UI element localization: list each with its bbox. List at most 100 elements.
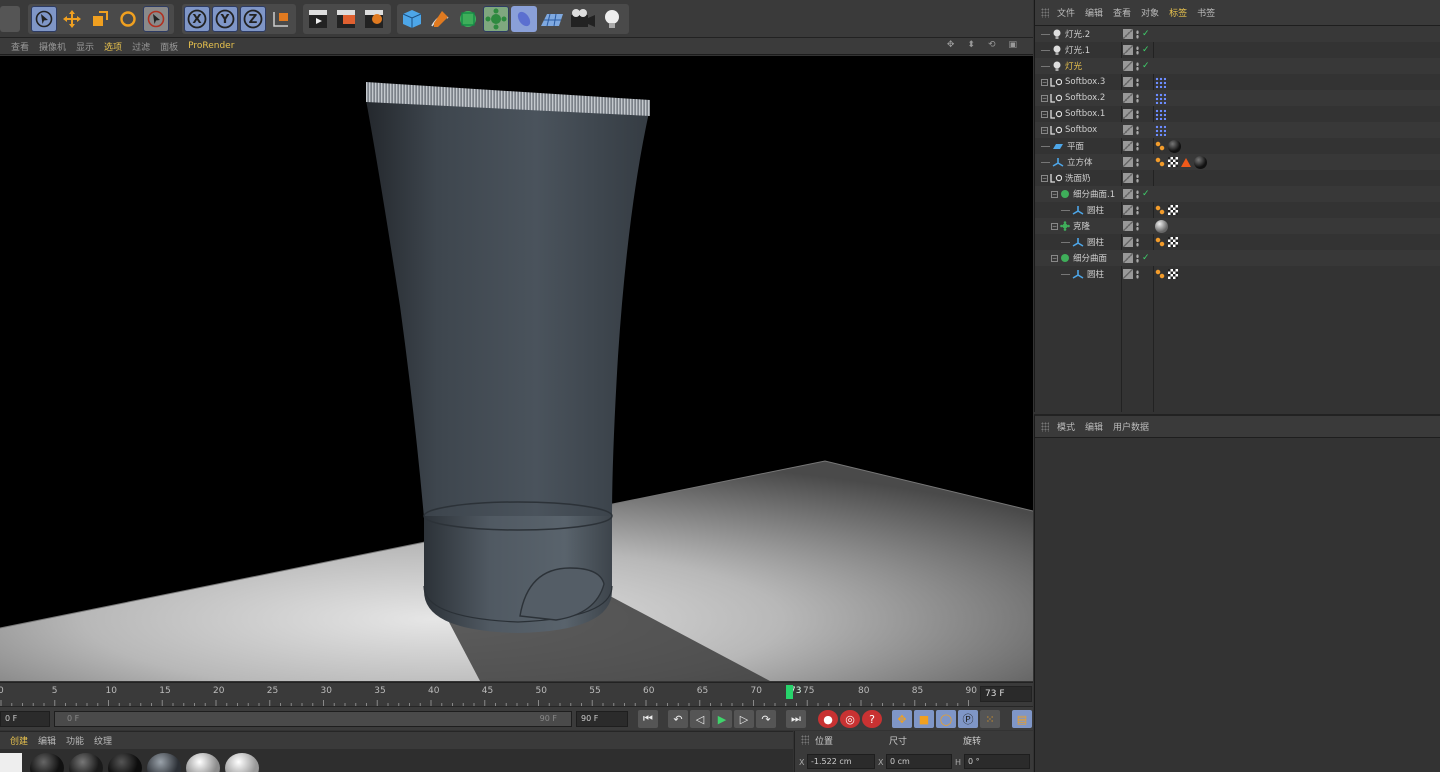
display-tag-icon[interactable]	[1155, 108, 1166, 120]
render-settings-button[interactable]	[361, 6, 387, 32]
go-to-end-button[interactable]: ⏭	[786, 710, 806, 728]
object-row[interactable]: 圆柱	[1035, 202, 1440, 218]
coordinate-system-button[interactable]	[268, 6, 294, 32]
maximize-icon[interactable]: ▣	[1008, 40, 1017, 50]
attr-menu-edit[interactable]: 编辑	[1085, 420, 1103, 433]
layer-icon[interactable]	[1123, 125, 1133, 135]
timeline-playhead[interactable]	[785, 685, 793, 699]
key-rotation-button[interactable]: ◯	[936, 710, 956, 728]
expand-icon[interactable]: −	[1051, 190, 1058, 198]
display-tag-icon[interactable]	[1155, 76, 1166, 88]
rotate-tool-button[interactable]	[115, 6, 141, 32]
material-swatch-light[interactable]	[186, 753, 220, 772]
uvw-tag-icon[interactable]	[1168, 237, 1178, 247]
material-swatch-black[interactable]	[30, 753, 64, 772]
orbit-icon[interactable]: ⟲	[988, 40, 996, 50]
object-row[interactable]: − Softbox.3	[1035, 74, 1440, 90]
visibility-dots-icon[interactable]	[1136, 109, 1139, 119]
expand-icon[interactable]: −	[1051, 222, 1058, 230]
viewport[interactable]	[0, 56, 1033, 681]
material-swatch-dark[interactable]	[69, 753, 103, 772]
object-name[interactable]: 克隆	[1073, 220, 1090, 232]
material-menu-create[interactable]: 创建	[10, 734, 28, 747]
expand-icon[interactable]: −	[1041, 94, 1048, 102]
visibility-dots-icon[interactable]	[1136, 29, 1139, 39]
layer-icon[interactable]	[1123, 141, 1133, 151]
phong-tag-icon[interactable]	[1155, 269, 1165, 279]
auto-key-button[interactable]: ◎	[840, 710, 860, 728]
object-row[interactable]: 灯光 ✓	[1035, 58, 1440, 74]
material-menu-function[interactable]: 功能	[66, 734, 84, 747]
uvw-tag-icon[interactable]	[1168, 269, 1178, 279]
viewport-menu-options[interactable]: 选项	[104, 40, 122, 53]
om-menu-tags[interactable]: 标签	[1169, 6, 1187, 19]
expand-icon[interactable]: −	[1051, 254, 1058, 262]
keyframe-selection-button[interactable]: ?	[862, 710, 882, 728]
layer-icon[interactable]	[1123, 173, 1133, 183]
key-parameter-button[interactable]: Ⓟ	[958, 710, 978, 728]
object-row[interactable]: 圆柱	[1035, 266, 1440, 282]
object-row[interactable]: − 细分曲面 ✓	[1035, 250, 1440, 266]
pan-icon[interactable]: ✥	[947, 40, 955, 50]
scale-tool-button[interactable]	[87, 6, 113, 32]
om-menu-edit[interactable]: 编辑	[1085, 6, 1103, 19]
object-row[interactable]: − 细分曲面.1 ✓	[1035, 186, 1440, 202]
expand-icon[interactable]: −	[1041, 126, 1048, 134]
render-picture-viewer-button[interactable]	[333, 6, 359, 32]
layer-icon[interactable]	[1123, 45, 1133, 55]
viewport-menu-prorender[interactable]: ProRender	[188, 41, 234, 51]
live-select-button[interactable]	[143, 6, 169, 32]
previous-frame-button[interactable]: ◁	[690, 710, 710, 728]
phong-tag-icon[interactable]	[1155, 157, 1165, 167]
undo-button[interactable]	[0, 6, 20, 32]
object-name[interactable]: 圆柱	[1087, 236, 1104, 248]
object-row[interactable]: − 洗面奶	[1035, 170, 1440, 186]
om-menu-objects[interactable]: 对象	[1141, 6, 1159, 19]
visibility-dots-icon[interactable]	[1136, 157, 1139, 167]
layer-icon[interactable]	[1123, 93, 1133, 103]
layer-icon[interactable]	[1123, 29, 1133, 39]
object-row[interactable]: − Softbox	[1035, 122, 1440, 138]
om-menu-file[interactable]: 文件	[1057, 6, 1075, 19]
material-menu-texture[interactable]: 纹理	[94, 734, 112, 747]
visibility-dots-icon[interactable]	[1136, 237, 1139, 247]
viewport-menu-filter[interactable]: 过滤	[132, 40, 150, 53]
viewport-menu-panel[interactable]: 面板	[160, 40, 178, 53]
object-row[interactable]: − Softbox.2	[1035, 90, 1440, 106]
x-axis-button[interactable]: X	[184, 6, 210, 32]
om-menu-view[interactable]: 查看	[1113, 6, 1131, 19]
dolly-icon[interactable]: ⬍	[967, 40, 975, 50]
object-name[interactable]: 灯光	[1065, 60, 1082, 72]
layer-icon[interactable]	[1123, 109, 1133, 119]
om-menu-bookmarks[interactable]: 书签	[1197, 6, 1215, 19]
z-axis-button[interactable]: Z	[240, 6, 266, 32]
expand-icon[interactable]: −	[1041, 174, 1048, 182]
play-button[interactable]: ▶	[712, 710, 732, 728]
object-name[interactable]: 灯光.1	[1065, 44, 1090, 56]
expand-icon[interactable]: −	[1041, 110, 1048, 118]
key-pla-button[interactable]: ⁙	[980, 710, 1000, 728]
subdivision-button[interactable]	[455, 6, 481, 32]
key-scale-button[interactable]: ■	[914, 710, 934, 728]
layer-icon[interactable]	[1123, 269, 1133, 279]
visibility-dots-icon[interactable]	[1136, 221, 1139, 231]
end-frame-field[interactable]: 90 F	[576, 711, 628, 727]
spline-pen-button[interactable]	[427, 6, 453, 32]
object-row[interactable]: − 克隆	[1035, 218, 1440, 234]
object-name[interactable]: 细分曲面	[1073, 252, 1107, 264]
preview-range-slider[interactable]: 0 F 90 F	[54, 711, 572, 727]
visibility-dots-icon[interactable]	[1136, 141, 1139, 151]
layer-icon[interactable]	[1123, 189, 1133, 199]
phong-tag-icon[interactable]	[1155, 205, 1165, 215]
cone-tag-icon[interactable]	[1181, 157, 1191, 167]
object-row[interactable]: 平面	[1035, 138, 1440, 154]
position-x-field[interactable]: -1.522 cm	[807, 754, 875, 769]
next-frame-button[interactable]: ▷	[734, 710, 754, 728]
size-x-field[interactable]: 0 cm	[886, 754, 952, 769]
enabled-check-icon[interactable]: ✓	[1142, 45, 1150, 55]
object-row[interactable]: 灯光.1 ✓	[1035, 42, 1440, 58]
material-swatch-grey[interactable]	[147, 753, 181, 772]
visibility-dots-icon[interactable]	[1136, 77, 1139, 87]
visibility-dots-icon[interactable]	[1136, 45, 1139, 55]
layer-icon[interactable]	[1123, 61, 1133, 71]
